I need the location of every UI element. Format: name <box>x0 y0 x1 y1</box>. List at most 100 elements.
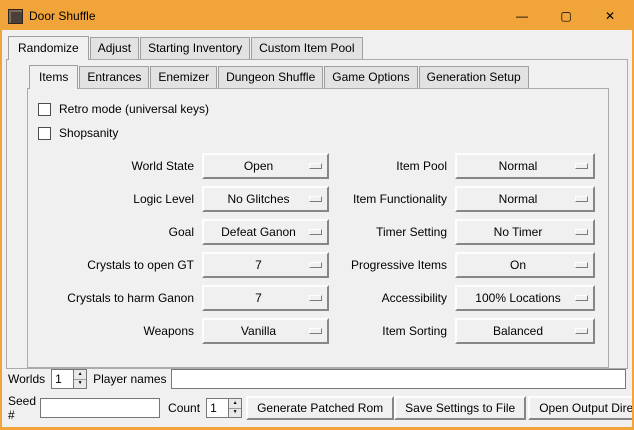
items-pane: Retro mode (universal keys) Shopsanity W… <box>27 88 609 368</box>
seed-row: Seed # Count ▲ ▼ Generate Patched Rom Sa… <box>8 394 626 422</box>
dropdown-indicator-icon <box>309 262 322 268</box>
maximize-icon: ▢ <box>560 10 571 22</box>
item-sorting-value: Balanced <box>489 324 561 338</box>
tab-starting-inventory[interactable]: Starting Inventory <box>140 37 250 59</box>
count-label: Count <box>168 401 200 415</box>
dropdown-indicator-icon <box>575 163 588 169</box>
titlebar[interactable]: Door Shuffle — ▢ ✕ <box>2 2 632 30</box>
generate-rom-button[interactable]: Generate Patched Rom <box>246 396 394 420</box>
dropdown-indicator-icon <box>309 196 322 202</box>
count-spinner[interactable]: ▲ ▼ <box>206 398 242 418</box>
spin-up-icon[interactable]: ▲ <box>229 399 241 408</box>
item-functionality-label: Item Functionality <box>335 192 449 206</box>
maximize-button[interactable]: ▢ <box>544 2 588 30</box>
dropdown-indicator-icon <box>575 262 588 268</box>
dropdown-indicator-icon <box>309 328 322 334</box>
minimize-icon: — <box>516 10 528 22</box>
item-sorting-label: Item Sorting <box>335 324 449 338</box>
tab-dungeon-shuffle[interactable]: Dungeon Shuffle <box>218 66 323 88</box>
tab-custom-item-pool[interactable]: Custom Item Pool <box>251 37 362 59</box>
weapons-value: Vanilla <box>237 324 294 338</box>
worlds-label: Worlds <box>8 372 45 386</box>
shopsanity-label: Shopsanity <box>59 126 118 140</box>
goal-label: Goal <box>36 225 196 239</box>
close-icon: ✕ <box>605 10 615 22</box>
tab-game-options[interactable]: Game Options <box>324 66 417 88</box>
open-output-button[interactable]: Open Output Directory <box>528 396 634 420</box>
retro-mode-checkbox[interactable]: Retro mode (universal keys) <box>38 99 600 119</box>
progressive-items-value: On <box>506 258 544 272</box>
goal-value: Defeat Ganon <box>217 225 314 239</box>
crystals-ganon-label: Crystals to harm Ganon <box>36 291 196 305</box>
retro-mode-label: Retro mode (universal keys) <box>59 102 209 116</box>
tab-adjust[interactable]: Adjust <box>90 37 139 59</box>
dropdown-indicator-icon <box>309 163 322 169</box>
item-pool-label: Item Pool <box>335 159 449 173</box>
inner-tab-bar: Items Entrances Enemizer Dungeon Shuffle… <box>27 63 609 88</box>
dropdown-indicator-icon <box>575 295 588 301</box>
close-button[interactable]: ✕ <box>588 2 632 30</box>
seed-label: Seed # <box>8 394 36 422</box>
randomize-pane: Items Entrances Enemizer Dungeon Shuffle… <box>6 59 628 369</box>
crystals-gt-dropdown[interactable]: 7 <box>202 252 329 278</box>
crystals-ganon-dropdown[interactable]: 7 <box>202 285 329 311</box>
dropdown-indicator-icon <box>309 229 322 235</box>
inner-notebook: Items Entrances Enemizer Dungeon Shuffle… <box>27 63 609 368</box>
accessibility-dropdown[interactable]: 100% Locations <box>455 285 595 311</box>
goal-dropdown[interactable]: Defeat Ganon <box>202 219 329 245</box>
spinner-buttons: ▲ ▼ <box>73 369 87 389</box>
progressive-items-label: Progressive Items <box>335 258 449 272</box>
world-state-value: Open <box>240 159 291 173</box>
item-functionality-dropdown[interactable]: Normal <box>455 186 595 212</box>
tab-enemizer[interactable]: Enemizer <box>150 66 217 88</box>
item-sorting-dropdown[interactable]: Balanced <box>455 318 595 344</box>
progressive-items-dropdown[interactable]: On <box>455 252 595 278</box>
spin-down-icon[interactable]: ▼ <box>74 379 86 389</box>
tab-items[interactable]: Items <box>29 65 78 89</box>
worlds-input[interactable] <box>51 369 73 389</box>
crystals-gt-value: 7 <box>251 258 280 272</box>
worlds-row: Worlds ▲ ▼ Player names <box>8 369 626 389</box>
dropdown-indicator-icon <box>575 328 588 334</box>
tab-entrances[interactable]: Entrances <box>79 66 149 88</box>
world-state-label: World State <box>36 159 196 173</box>
app-window: Door Shuffle — ▢ ✕ Randomize Adjust Star… <box>0 0 634 430</box>
logic-level-label: Logic Level <box>36 192 196 206</box>
timer-setting-label: Timer Setting <box>335 225 449 239</box>
player-names-label: Player names <box>93 372 166 386</box>
logic-level-value: No Glitches <box>223 192 307 206</box>
accessibility-label: Accessibility <box>335 291 449 305</box>
count-input[interactable] <box>206 398 228 418</box>
seed-input[interactable] <box>40 398 160 418</box>
checkbox-box <box>38 127 51 140</box>
outer-tab-bar: Randomize Adjust Starting Inventory Cust… <box>6 34 628 59</box>
spin-up-icon[interactable]: ▲ <box>74 370 86 379</box>
app-icon[interactable] <box>8 9 23 24</box>
accessibility-value: 100% Locations <box>471 291 578 305</box>
timer-setting-dropdown[interactable]: No Timer <box>455 219 595 245</box>
weapons-label: Weapons <box>36 324 196 338</box>
bottom-controls: Worlds ▲ ▼ Player names Seed # Count <box>8 369 626 422</box>
crystals-gt-label: Crystals to open GT <box>36 258 196 272</box>
logic-level-dropdown[interactable]: No Glitches <box>202 186 329 212</box>
worlds-spinner[interactable]: ▲ ▼ <box>51 369 87 389</box>
spinner-buttons: ▲ ▼ <box>228 398 242 418</box>
dropdown-indicator-icon <box>575 229 588 235</box>
timer-setting-value: No Timer <box>490 225 561 239</box>
item-pool-value: Normal <box>495 159 556 173</box>
spin-down-icon[interactable]: ▼ <box>229 408 241 418</box>
player-names-input[interactable] <box>171 369 627 389</box>
checkbox-box <box>38 103 51 116</box>
dropdown-indicator-icon <box>575 196 588 202</box>
tab-generation-setup[interactable]: Generation Setup <box>419 66 529 88</box>
shopsanity-checkbox[interactable]: Shopsanity <box>38 123 600 143</box>
weapons-dropdown[interactable]: Vanilla <box>202 318 329 344</box>
minimize-button[interactable]: — <box>500 2 544 30</box>
world-state-dropdown[interactable]: Open <box>202 153 329 179</box>
tab-randomize[interactable]: Randomize <box>8 36 89 60</box>
crystals-ganon-value: 7 <box>251 291 280 305</box>
window-title: Door Shuffle <box>29 9 500 23</box>
item-functionality-value: Normal <box>495 192 556 206</box>
save-settings-button[interactable]: Save Settings to File <box>394 396 526 420</box>
item-pool-dropdown[interactable]: Normal <box>455 153 595 179</box>
